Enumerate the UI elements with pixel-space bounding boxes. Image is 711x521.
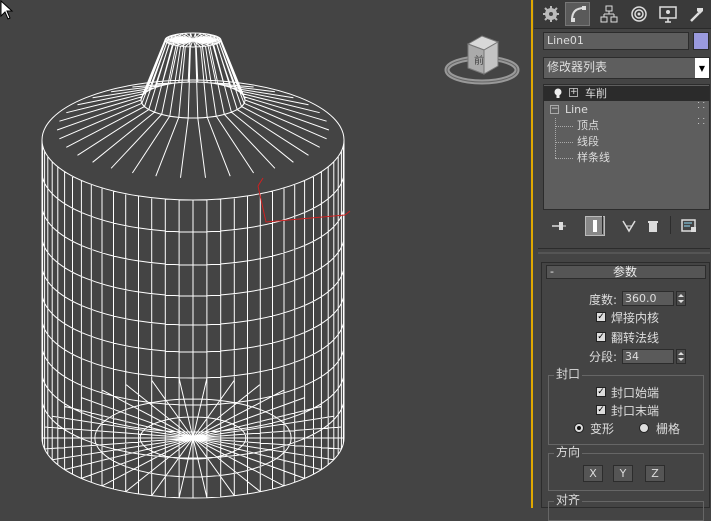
wireframe-mesh (41, 32, 345, 499)
panel-divider (538, 252, 710, 254)
collapse-box-icon[interactable]: − (550, 105, 559, 114)
pivot-gizmo (257, 177, 351, 223)
segments-spinner-arrows[interactable] (676, 349, 686, 364)
make-unique-button[interactable] (619, 216, 639, 236)
modify-icon (570, 6, 586, 22)
segments-spinner-field[interactable]: 34 (622, 349, 674, 364)
flip-normals-checkbox[interactable]: ✓ (596, 332, 606, 342)
degrees-label: 度数: (589, 293, 618, 307)
object-color-swatch[interactable] (693, 32, 709, 50)
spinner-arrows-icon (678, 294, 684, 303)
stack-item-base-object[interactable]: − Line ⁚ ⁚ (544, 102, 709, 117)
configure-modifier-sets-button[interactable] (679, 216, 699, 236)
tab-display[interactable] (655, 2, 680, 26)
direction-y-button[interactable]: Y (613, 465, 633, 482)
direction-z-button[interactable]: Z (645, 465, 665, 482)
cap-end-label: 封口末端 (611, 404, 660, 418)
cap-start-label: 封口始端 (611, 386, 660, 400)
stack-item-lathe[interactable]: + 车削 (544, 86, 709, 101)
hierarchy-icon (600, 5, 617, 23)
trash-icon (648, 221, 658, 232)
stack-toolbar (543, 214, 710, 238)
rollout-title: 参数 (613, 265, 638, 279)
pin-dots-icon: ⁚ ⁚ (697, 101, 705, 110)
stack-sub-spline[interactable]: 样条线 (544, 150, 709, 165)
command-panel: Line01 修改器列表 ▼ + 车削 − Line ⁚ ⁚ 顶点 ⁚ ⁚ 线段 (534, 0, 711, 521)
cap-start-checkbox[interactable]: ✓ (596, 387, 606, 397)
lightbulb-icon[interactable] (553, 88, 563, 98)
grid-label: 栅格 (656, 422, 681, 436)
segments-label: 分段: (589, 350, 618, 364)
modifier-stack: + 车削 − Line ⁚ ⁚ 顶点 ⁚ ⁚ 线段 样条线 (543, 84, 710, 210)
pin-stack-button[interactable] (549, 216, 569, 236)
stack-item-label: Line (565, 103, 588, 116)
stack-item-label: 顶点 (577, 119, 599, 132)
parameters-rollout-header[interactable]: - 参数 (546, 265, 706, 279)
weld-core-label: 焊接内核 (611, 311, 660, 325)
collapse-minus-icon: - (550, 265, 554, 278)
tab-hierarchy[interactable] (596, 2, 621, 26)
stack-item-label: 线段 (577, 135, 599, 148)
viewcube[interactable]: 前 (444, 34, 520, 86)
panel-divider (538, 248, 710, 249)
spinner-arrows-icon (678, 352, 684, 361)
modifier-list-label: 修改器列表 (547, 60, 608, 74)
utilities-icon (689, 8, 703, 22)
display-icon (658, 6, 677, 23)
tab-modify[interactable] (565, 2, 590, 26)
command-panel-tabs (534, 0, 711, 29)
tab-utilities[interactable] (684, 2, 709, 26)
modifier-list-dropdown[interactable]: 修改器列表 ▼ (543, 57, 710, 79)
pin-dots-icon: ⁚ ⁚ (697, 117, 705, 126)
tree-line-icon (555, 142, 573, 143)
mouse-cursor-icon (0, 0, 14, 20)
degrees-spinner-arrows[interactable] (676, 291, 686, 306)
stack-sub-vertex[interactable]: 顶点 ⁚ ⁚ (544, 118, 709, 133)
tab-motion[interactable] (626, 2, 651, 26)
cap-end-checkbox[interactable]: ✓ (596, 405, 606, 415)
pin-icon (552, 222, 566, 230)
make-unique-icon (622, 220, 636, 233)
capping-group-title: 封口 (554, 367, 583, 381)
expand-box-icon[interactable]: + (569, 88, 578, 97)
remove-modifier-button[interactable] (643, 216, 663, 236)
motion-icon (630, 6, 647, 22)
stack-item-label: 车削 (585, 87, 607, 100)
tab-create[interactable] (538, 2, 563, 26)
direction-group-title: 方向 (554, 445, 583, 459)
direction-x-button[interactable]: X (583, 465, 603, 482)
dropdown-arrow-icon[interactable]: ▼ (695, 58, 709, 78)
toolbar-separator (670, 216, 671, 234)
tree-line-icon (555, 158, 573, 159)
tree-line-icon (555, 126, 573, 127)
degrees-spinner-field[interactable]: 360.0 (622, 291, 674, 306)
configure-sets-icon (681, 219, 696, 232)
flip-normals-label: 翻转法线 (611, 331, 660, 345)
stack-item-label: 样条线 (577, 151, 610, 164)
tree-line-icon (555, 150, 557, 158)
toolbar-separator (602, 216, 603, 234)
parameters-rollout: - 参数 度数: 360.0 ✓ 焊接内核 ✓ 翻转法线 分段: 34 封口 ✓… (541, 262, 710, 521)
stack-sub-segment[interactable]: 线段 (544, 134, 709, 149)
grid-radio[interactable] (639, 423, 649, 433)
object-name-field[interactable]: Line01 (543, 32, 689, 50)
end-result-icon (593, 220, 597, 232)
morph-label: 变形 (590, 422, 615, 436)
weld-core-checkbox[interactable]: ✓ (596, 312, 606, 322)
morph-radio[interactable] (574, 423, 584, 433)
align-group-title: 对齐 (554, 493, 583, 507)
active-viewport-border (531, 0, 533, 508)
perspective-viewport[interactable]: 前 (0, 0, 533, 508)
viewcube-face-label: 前 (474, 56, 484, 67)
create-icon (542, 6, 559, 22)
